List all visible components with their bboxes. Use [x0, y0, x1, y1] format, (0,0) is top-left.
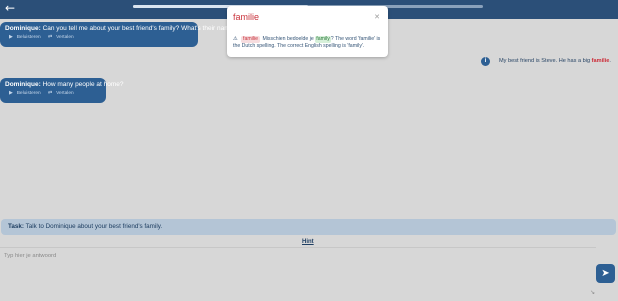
translate-icon[interactable]: ⇄ — [48, 91, 52, 96]
send-button[interactable]: ➤ — [596, 264, 615, 283]
speaker-icon[interactable]: ▶ — [9, 91, 13, 96]
wrong-word-tag: familie — [241, 36, 260, 44]
resize-grip-icon[interactable]: ↘ — [590, 290, 596, 296]
message-speaker: Dominique: — [5, 81, 41, 88]
user-message-text: My best friend is Steve. He has a big — [499, 58, 591, 64]
warning-icon: ⚠ — [233, 36, 238, 42]
message-text: How many people at home? — [42, 81, 124, 88]
chat-message-bot: Dominique: Can you tell me about your be… — [0, 22, 237, 47]
translate-button[interactable]: Vertalen — [56, 91, 74, 96]
user-message-suffix: . — [609, 58, 611, 64]
message-text: Can you tell me about your best friend's… — [42, 25, 237, 32]
popup-explanation: ⚠ familie Misschien bedoelde je family? T… — [233, 36, 385, 51]
translate-button[interactable]: Vertalen — [56, 35, 74, 40]
listen-button[interactable]: Beluisteren — [17, 91, 41, 96]
user-message-mistake[interactable]: familie — [592, 58, 610, 64]
answer-input[interactable] — [2, 251, 596, 301]
paper-plane-icon: ➤ — [601, 268, 610, 279]
close-icon[interactable]: ✕ — [373, 13, 381, 21]
task-text: Talk to Dominique about your best friend… — [25, 223, 163, 230]
message-speaker: Dominique: — [5, 25, 41, 32]
task-label: Task: — [8, 223, 24, 230]
chat-message-bot: Dominique: How many people at home? ▶ Bel… — [0, 78, 124, 103]
info-icon[interactable]: i — [481, 57, 490, 66]
back-arrow-icon[interactable]: ← — [3, 1, 17, 15]
answer-area — [0, 247, 596, 301]
popup-text-before: Misschien bedoelde je — [262, 36, 314, 42]
hint-link[interactable]: Hint — [302, 239, 314, 245]
suggestion-tag: family — [315, 36, 331, 44]
chat-message-user: i My best friend is Steve. He has a big … — [481, 57, 616, 67]
translate-icon[interactable]: ⇄ — [48, 35, 52, 40]
popup-title: familie — [233, 12, 260, 22]
task-bar: Task: Talk to Dominique about your best … — [1, 219, 616, 235]
listen-button[interactable]: Beluisteren — [17, 35, 41, 40]
correction-popup: familie ✕ ⚠ familie Misschien bedoelde je… — [227, 6, 388, 57]
speaker-icon[interactable]: ▶ — [9, 35, 13, 40]
